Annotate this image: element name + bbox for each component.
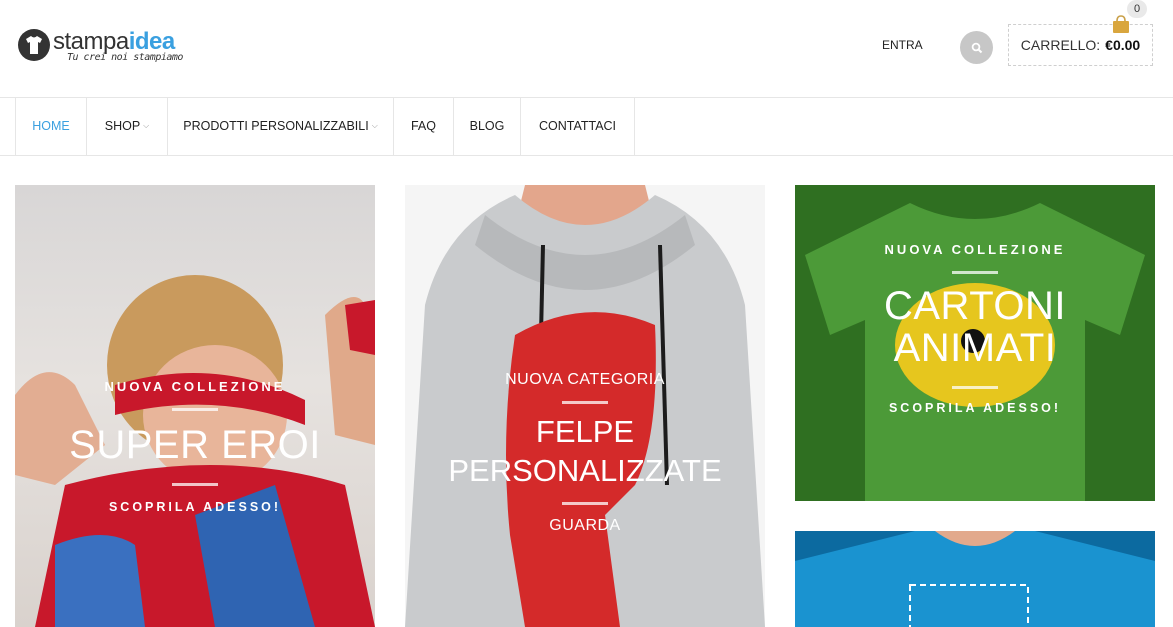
nav-item-label: FAQ <box>410 119 436 133</box>
chevron-down-icon: ⌵ <box>371 121 378 130</box>
nav-item-label: CONTATTACI <box>538 119 617 133</box>
panel-cta[interactable]: SCOPRILA ADESSO! <box>795 401 1155 415</box>
login-link[interactable]: ENTRA <box>882 38 923 52</box>
divider <box>952 386 998 389</box>
panel-cta[interactable]: SCOPRILA ADESSO! <box>15 500 375 514</box>
tshirt-logo-icon <box>18 29 50 61</box>
promo-panel-felpe[interactable]: NUOVA CATEGORIA FELPE PERSONALIZZATE GUA… <box>405 185 765 627</box>
promo-overlay: NUOVA CATEGORIA FELPE PERSONALIZZATE GUA… <box>405 371 765 535</box>
nav-item-label: HOME <box>32 119 70 133</box>
promo-panel-super-eroi[interactable]: NUOVA COLLEZIONE SUPER EROI SCOPRILA ADE… <box>15 185 375 627</box>
nav-item-label: SHOP <box>104 119 141 133</box>
panel-cta[interactable]: GUARDA <box>405 517 765 535</box>
nav-item-faq[interactable]: FAQ <box>394 97 454 155</box>
promo-overlay: NUOVA COLLEZIONE SUPER EROI SCOPRILA ADE… <box>15 379 375 514</box>
divider <box>562 401 608 404</box>
search-icon <box>971 42 982 53</box>
nav-item-contattaci[interactable]: CONTATTACI <box>521 97 635 155</box>
search-button[interactable] <box>960 31 993 64</box>
nav-item-home[interactable]: HOME <box>15 97 87 155</box>
site-logo[interactable]: stampaidea Tu crei noi stampiamo <box>17 26 197 66</box>
divider <box>172 408 218 411</box>
panel-title: SUPER EROI <box>69 423 321 467</box>
chevron-down-icon: ⌵ <box>143 121 150 130</box>
main-navigation: HOME SHOP ⌵ PRODOTTI PERSONALIZZABILI ⌵ … <box>0 97 1173 156</box>
divider <box>952 271 998 274</box>
panel-kicker: NUOVA COLLEZIONE <box>104 379 286 394</box>
panel-title-line1: FELPE <box>535 414 635 449</box>
shopping-bag-icon[interactable] <box>1110 13 1132 35</box>
site-header: stampaidea Tu crei noi stampiamo ENTRA C… <box>0 0 1173 98</box>
promo-panel-cartoni-animati[interactable]: NUOVA COLLEZIONE CARTONI ANIMATI SCOPRIL… <box>795 185 1155 501</box>
cart-count-badge: 0 <box>1127 0 1147 18</box>
panel-kicker: NUOVA COLLEZIONE <box>884 242 1066 257</box>
nav-item-label: BLOG <box>469 119 505 133</box>
nav-item-blog[interactable]: BLOG <box>454 97 521 155</box>
logo-tagline: Tu crei noi stampiamo <box>67 52 183 63</box>
cart-label: CARRELLO: <box>1020 37 1101 53</box>
nav-item-shop[interactable]: SHOP ⌵ <box>87 97 168 155</box>
panel-kicker: NUOVA CATEGORIA <box>505 371 665 388</box>
panel-title-line2: ANIMATI <box>893 326 1057 370</box>
divider <box>172 483 218 486</box>
promo-panel-blue-tshirt[interactable] <box>795 531 1155 627</box>
panel-title-line1: CARTONI <box>883 284 1067 328</box>
nav-item-label: PRODOTTI PERSONALIZZABILI <box>183 119 369 133</box>
panel-title-line2: PERSONALIZZATE <box>448 453 722 488</box>
promo-overlay: NUOVA COLLEZIONE CARTONI ANIMATI SCOPRIL… <box>795 242 1155 415</box>
divider <box>562 502 608 505</box>
cart-amount: €0.00 <box>1105 37 1141 53</box>
blue-tshirt-image <box>795 531 1155 627</box>
nav-item-prodotti-personalizzabili[interactable]: PRODOTTI PERSONALIZZABILI ⌵ <box>168 97 394 155</box>
